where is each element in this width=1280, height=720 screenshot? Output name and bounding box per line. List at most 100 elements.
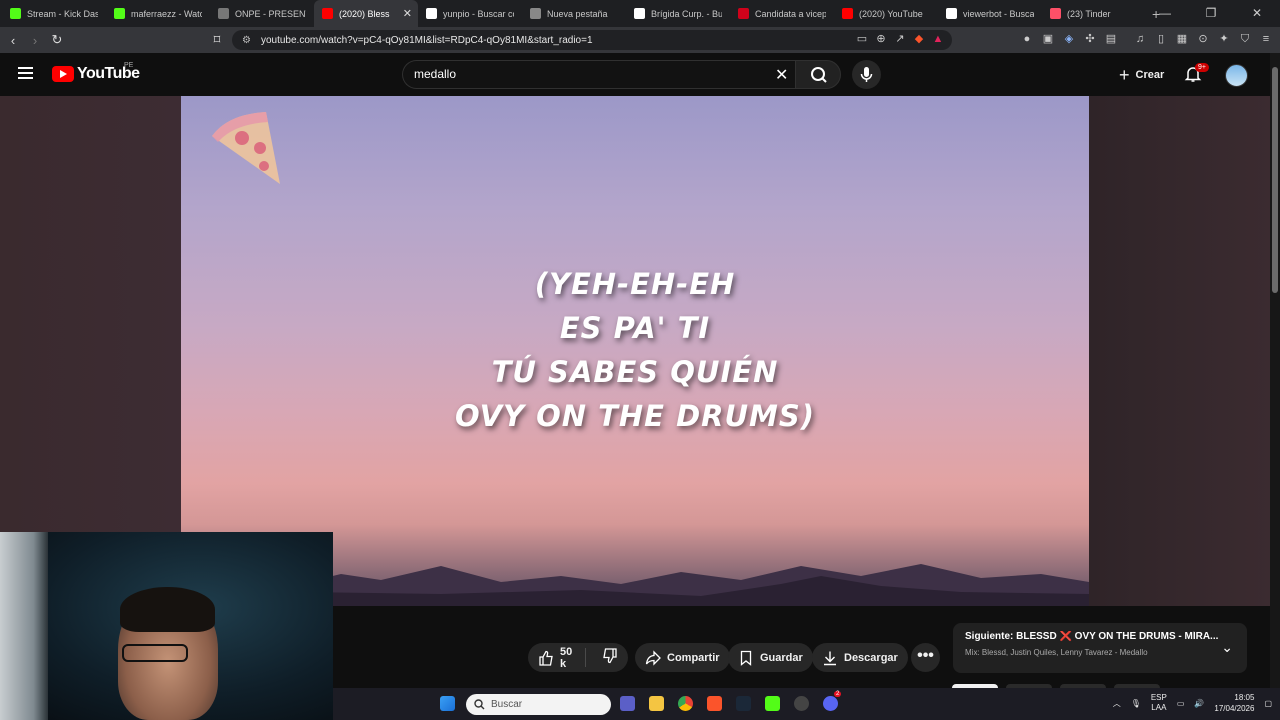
close-window-button[interactable]: ✕ <box>1234 0 1280 27</box>
chrome-icon[interactable] <box>678 696 693 711</box>
onpe-icon <box>218 8 229 19</box>
vpn-icon[interactable]: ⊙ <box>1197 33 1209 45</box>
browser-tab[interactable]: Nueva pestaña <box>522 0 626 27</box>
taskbar-search-label: Buscar <box>491 699 523 710</box>
browser-tab[interactable]: maferraezz - Watch <box>106 0 210 27</box>
extension-icons: ● ▣ ◈ ✣ ▤ ♫ ▯ ▦ ⊙ ✦ ⛉ ≡ <box>1021 33 1272 45</box>
browser-tab[interactable]: Candidata a vicepre <box>730 0 834 27</box>
scrollbar-thumb[interactable] <box>1272 67 1278 293</box>
mic-tray-icon[interactable]: 🎙 <box>1131 699 1141 708</box>
share-page-icon[interactable]: ↗ <box>894 33 906 45</box>
browser-tab[interactable]: ONPE - PRESENTAC <box>210 0 314 27</box>
extension-icon-2[interactable]: ▣ <box>1042 33 1054 45</box>
browser-tab[interactable]: (23) Tinder <box>1042 0 1146 27</box>
voice-search-button[interactable] <box>852 60 881 89</box>
save-label: Guardar <box>760 651 803 664</box>
url-text: youtube.com/watch?v=pC4-qOy81MI&list=RDp… <box>260 34 593 46</box>
browser-tab-strip: Stream - Kick Dashb maferraezz - Watch ONP… <box>0 0 1280 27</box>
like-button[interactable]: 50 k <box>528 645 586 670</box>
discord-icon[interactable] <box>823 696 838 711</box>
extension-icon-3[interactable]: ◈ <box>1063 33 1075 45</box>
bookmark-save-icon <box>740 650 752 666</box>
tray-overflow-icon[interactable]: ︿ <box>1113 698 1121 709</box>
guide-menu-icon[interactable] <box>18 67 33 79</box>
tab-title: maferraezz - Watch <box>131 8 202 19</box>
volume-icon[interactable]: 🔊 <box>1194 699 1204 708</box>
kick-icon <box>10 8 21 19</box>
browser-tab[interactable]: viewerbot - Buscar c <box>938 0 1042 27</box>
forward-button[interactable]: › <box>24 33 46 48</box>
plus-icon: + <box>1119 64 1130 85</box>
search-input[interactable]: medallo <box>402 60 795 89</box>
more-actions-button[interactable]: ••• <box>911 643 940 672</box>
download-button[interactable]: Descargar <box>812 643 908 672</box>
chevron-down-icon[interactable]: ⌄ <box>1221 639 1233 656</box>
url-actions: ▭ ⊕ ↗ ◆ ▲ <box>856 33 944 45</box>
dislike-button[interactable] <box>592 648 628 667</box>
tab-title: (2020) Bless <box>339 8 390 19</box>
url-bar[interactable]: ⚙ youtube.com/watch?v=pC4-qOy81MI&list=R… <box>232 30 952 50</box>
tinder-icon <box>1050 8 1061 19</box>
youtube-logo[interactable]: YouTube PE <box>52 62 140 83</box>
date-text: 17/04/2026 <box>1214 704 1255 713</box>
close-tab-icon[interactable]: ✕ <box>403 7 412 20</box>
file-explorer-icon[interactable] <box>649 696 664 711</box>
zoom-icon[interactable]: ⊕ <box>875 33 887 45</box>
brave-icon[interactable] <box>707 696 722 711</box>
brave-shields-icon[interactable]: ◆ <box>913 33 925 45</box>
tab-list: Stream - Kick Dashb maferraezz - Watch ONP… <box>2 0 1146 27</box>
menu-icon[interactable]: ≡ <box>1260 33 1272 45</box>
up-next-card[interactable]: Siguiente: BLESSD ❌ OVY ON THE DRUMS - M… <box>953 623 1247 673</box>
tab-title: Candidata a vicepre <box>755 8 826 19</box>
kick-app-icon[interactable] <box>765 696 780 711</box>
leo-ai-icon[interactable]: ✦ <box>1218 33 1230 45</box>
create-button[interactable]: + Crear <box>1111 60 1172 89</box>
cast-icon[interactable]: ▭ <box>856 33 868 45</box>
browser-tab[interactable]: (2020) Bless ✕ <box>314 0 418 27</box>
background-light <box>0 532 48 720</box>
window-controls: — ❐ ✕ <box>1142 0 1280 27</box>
brave-rewards-icon[interactable]: ▲ <box>932 33 944 45</box>
share-button[interactable]: Compartir <box>635 643 730 672</box>
extension-icon-5[interactable]: ▤ <box>1105 33 1117 45</box>
steam-icon[interactable] <box>736 696 751 711</box>
clear-search-icon[interactable]: ✕ <box>775 65 788 85</box>
extension-icon-1[interactable]: ● <box>1021 33 1033 45</box>
sidebar-icon[interactable]: ▯ <box>1155 33 1167 45</box>
browser-tab[interactable]: (2020) YouTube <box>834 0 938 27</box>
extensions-puzzle-icon[interactable]: ✣ <box>1084 33 1096 45</box>
search-button[interactable] <box>795 60 841 89</box>
clock[interactable]: 18:05 17/04/2026 <box>1214 692 1254 714</box>
youtube-icon <box>322 8 333 19</box>
brave-shield-icon[interactable]: ⛉ <box>1239 33 1251 45</box>
browser-tab[interactable]: yunpio - Buscar con <box>418 0 522 27</box>
like-count: 50 k <box>560 645 573 670</box>
account-avatar[interactable] <box>1225 64 1248 87</box>
tab-title: yunpio - Buscar con <box>443 8 514 19</box>
site-info-icon[interactable]: ⚙ <box>242 35 251 46</box>
page-scrollbar[interactable] <box>1270 53 1280 692</box>
windows-taskbar: Buscar 2 ︿ 🎙 ESP LAA ▭ 🔊 18:05 17/04/202… <box>333 688 1280 720</box>
next-subtitle: Mix: Blessd, Justin Quiles, Lenny Tavare… <box>965 648 1148 657</box>
teams-icon[interactable] <box>620 696 635 711</box>
network-icon[interactable]: ▭ <box>1177 699 1185 708</box>
bookmark-icon[interactable]: ⌑ <box>206 32 228 48</box>
wallet-icon[interactable]: ▦ <box>1176 33 1188 45</box>
create-label: Crear <box>1135 68 1165 81</box>
save-button[interactable]: Guardar <box>728 643 813 672</box>
search-icon <box>811 67 827 83</box>
notification-center-icon[interactable]: ▢ <box>1264 699 1272 708</box>
kick-icon <box>114 8 125 19</box>
youtube-header: YouTube PE medallo ✕ + Crear 9+ <box>0 53 1270 96</box>
minimize-button[interactable]: — <box>1142 0 1188 27</box>
input-language[interactable]: ESP LAA <box>1151 693 1167 713</box>
maximize-button[interactable]: ❐ <box>1188 0 1234 27</box>
reload-button[interactable]: ↻ <box>46 32 68 48</box>
obs-icon[interactable] <box>794 696 809 711</box>
windows-start-icon[interactable] <box>440 696 455 711</box>
back-button[interactable]: ‹ <box>2 33 24 48</box>
browser-tab[interactable]: Brígida Curp. - Busc <box>626 0 730 27</box>
browser-tab[interactable]: Stream - Kick Dashb <box>2 0 106 27</box>
media-icon[interactable]: ♫ <box>1134 33 1146 45</box>
taskbar-search[interactable]: Buscar <box>466 694 611 715</box>
